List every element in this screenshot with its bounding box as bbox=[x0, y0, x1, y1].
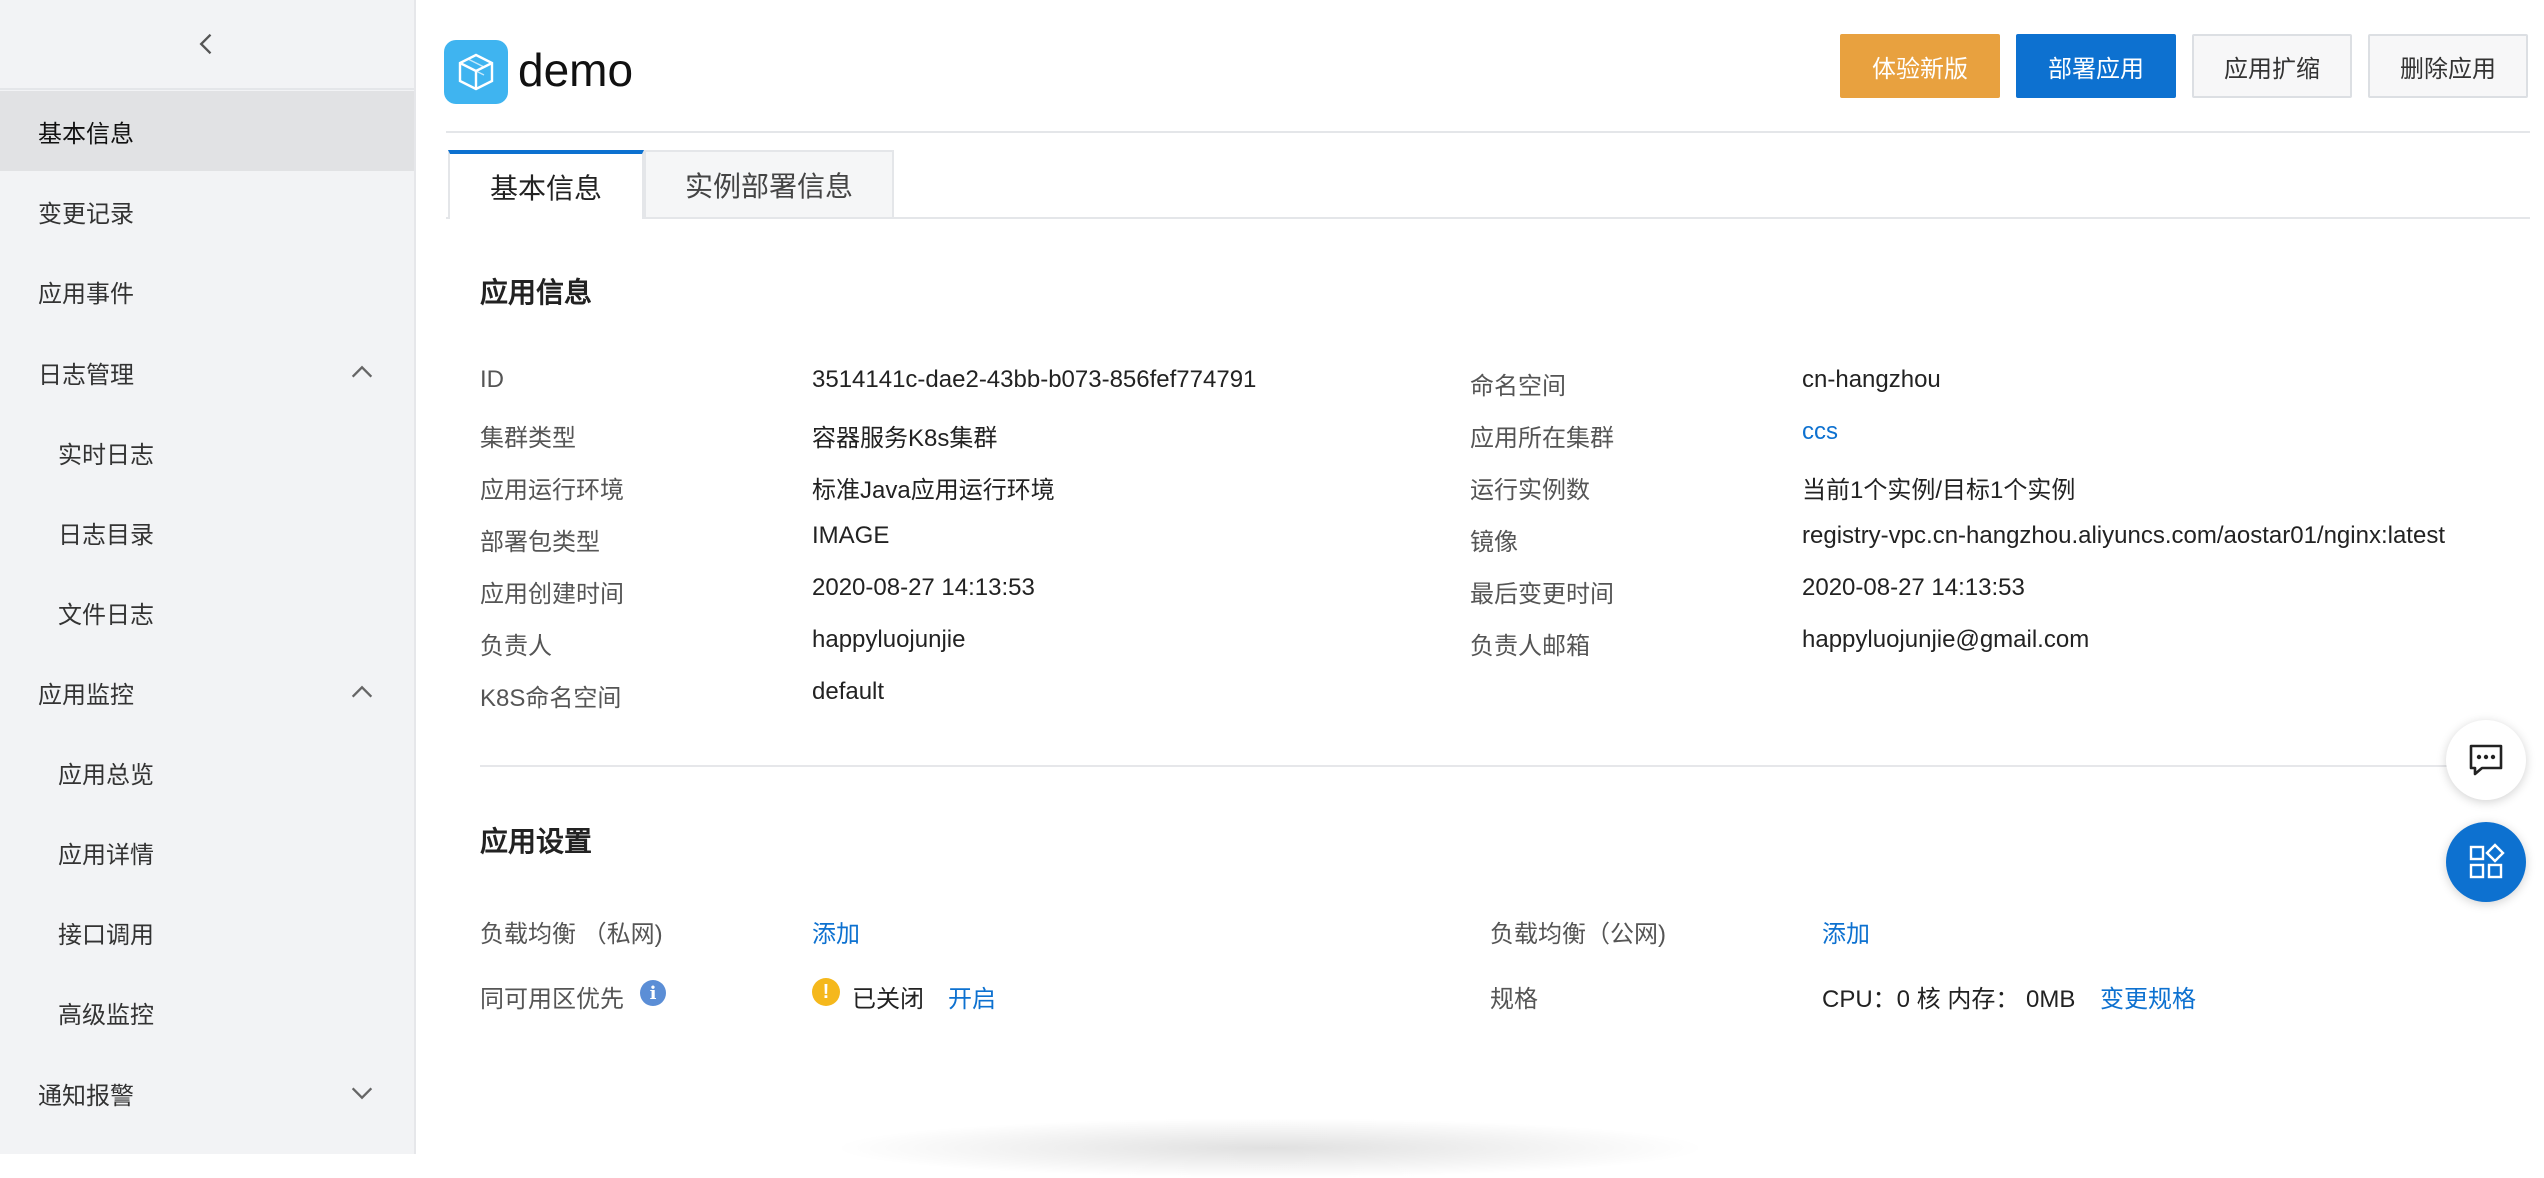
sidebar-group-app-monitoring[interactable]: 应用监控 bbox=[0, 652, 414, 732]
sidebar-item-label: 高级监控 bbox=[58, 1001, 154, 1029]
app-logo-icon bbox=[444, 40, 508, 104]
scale-app-button[interactable]: 应用扩缩 bbox=[2192, 34, 2352, 98]
sidebar-item-label: 变更记录 bbox=[38, 200, 134, 228]
id-value: 3514141c-dae2-43bb-b073-856fef774791 bbox=[812, 366, 1257, 393]
try-new-version-button[interactable]: 体验新版 bbox=[1840, 34, 2000, 98]
owner-email-value: happyluojunjie@gmail.com bbox=[1802, 626, 2090, 653]
cluster-label: 应用所在集群 bbox=[1470, 425, 1614, 452]
instance-count-value: 当前1个实例/目标1个实例 bbox=[1802, 477, 2076, 504]
sidebar-item-app-overview[interactable]: 应用总览 bbox=[0, 732, 414, 812]
namespace-label: 命名空间 bbox=[1470, 373, 1566, 400]
sidebar-item-label: 接口调用 bbox=[58, 921, 154, 949]
cluster-type-label: 集群类型 bbox=[480, 425, 576, 452]
sidebar-group-log-management[interactable]: 日志管理 bbox=[0, 332, 414, 412]
owner-email-label: 负责人邮箱 bbox=[1470, 633, 1590, 660]
sidebar-item-label: 应用监控 bbox=[38, 681, 134, 709]
sidebar-item-label: 实时日志 bbox=[58, 441, 154, 469]
spec-value: CPU：0 核 内存： 0MB bbox=[1822, 986, 2076, 1013]
slb-private-label: 负载均衡 （私网) bbox=[480, 921, 663, 948]
sidebar-item-label: 基本信息 bbox=[38, 120, 134, 148]
chevron-down-icon bbox=[351, 1087, 373, 1100]
tab-basic-info[interactable]: 基本信息 bbox=[448, 150, 644, 219]
deploy-app-button[interactable]: 部署应用 bbox=[2016, 34, 2176, 98]
spec-label: 规格 bbox=[1490, 986, 1538, 1013]
created-time-value: 2020-08-27 14:13:53 bbox=[812, 574, 1035, 601]
sidebar-item-label: 应用总览 bbox=[58, 761, 154, 789]
warning-icon: ! bbox=[812, 978, 840, 1006]
page-title: demo bbox=[518, 44, 634, 96]
tab-instance-deployment[interactable]: 实例部署信息 bbox=[644, 150, 894, 219]
change-spec-link[interactable]: 变更规格 bbox=[2100, 979, 2196, 1014]
sidebar-item-basic-info[interactable]: 基本信息 bbox=[0, 91, 414, 171]
runtime-env-value: 标准Java应用运行环境 bbox=[812, 477, 1055, 504]
collapse-sidebar-button[interactable] bbox=[0, 0, 414, 90]
slb-public-add-link[interactable]: 添加 bbox=[1822, 914, 1870, 949]
last-modified-value: 2020-08-27 14:13:53 bbox=[1802, 574, 2025, 601]
chevron-up-icon bbox=[351, 685, 373, 698]
k8s-namespace-value: default bbox=[812, 678, 885, 705]
sidebar-group-alerts[interactable]: 通知报警 bbox=[0, 1053, 414, 1133]
created-time-label: 应用创建时间 bbox=[480, 581, 624, 608]
runtime-env-label: 应用运行环境 bbox=[480, 477, 624, 504]
sidebar-item-label: 应用详情 bbox=[58, 841, 154, 869]
image-value: registry-vpc.cn-hangzhou.aliyuncs.com/ao… bbox=[1802, 522, 2445, 549]
sidebar-item-api-calls[interactable]: 接口调用 bbox=[0, 892, 414, 972]
section-divider bbox=[480, 765, 2524, 767]
chevron-up-icon bbox=[351, 365, 373, 378]
slb-private-add-link[interactable]: 添加 bbox=[812, 914, 860, 949]
owner-value: happyluojunjie bbox=[812, 626, 966, 653]
delete-app-button[interactable]: 删除应用 bbox=[2368, 34, 2528, 98]
sidebar-item-app-events[interactable]: 应用事件 bbox=[0, 251, 414, 331]
sidebar-item-file-log[interactable]: 文件日志 bbox=[0, 572, 414, 652]
chat-icon bbox=[2469, 744, 2503, 776]
sidebar-item-change-records[interactable]: 变更记录 bbox=[0, 171, 414, 251]
sidebar-item-label: 日志管理 bbox=[38, 361, 134, 389]
app-settings-title: 应用设置 bbox=[480, 826, 593, 857]
app-info-title: 应用信息 bbox=[480, 277, 593, 308]
sidebar-item-advanced-monitoring[interactable]: 高级监控 bbox=[0, 972, 414, 1052]
cluster-type-value: 容器服务K8s集群 bbox=[812, 425, 998, 452]
info-icon[interactable]: i bbox=[640, 980, 666, 1006]
zone-priority-enable-link[interactable]: 开启 bbox=[948, 979, 996, 1014]
owner-label: 负责人 bbox=[480, 633, 552, 660]
slb-public-label: 负载均衡（公网) bbox=[1490, 921, 1666, 948]
apps-grid-icon bbox=[2469, 843, 2505, 879]
image-label: 镜像 bbox=[1470, 529, 1518, 556]
header-divider bbox=[446, 131, 2530, 133]
sidebar-item-label: 应用事件 bbox=[38, 280, 134, 308]
sidebar-item-label: 日志目录 bbox=[58, 521, 154, 549]
chevron-left-icon bbox=[199, 33, 212, 55]
zone-priority-label: 同可用区优先 bbox=[480, 986, 624, 1013]
sidebar-item-log-directory[interactable]: 日志目录 bbox=[0, 492, 414, 572]
sidebar: 基本信息 变更记录 应用事件 日志管理 实时日志 日志目录 文件日志 应用监控 … bbox=[0, 0, 416, 1154]
instance-count-label: 运行实例数 bbox=[1470, 477, 1590, 504]
sidebar-item-realtime-log[interactable]: 实时日志 bbox=[0, 412, 414, 492]
sidebar-item-app-details[interactable]: 应用详情 bbox=[0, 812, 414, 892]
sidebar-item-label: 文件日志 bbox=[58, 601, 154, 629]
zone-priority-status: 已关闭 bbox=[852, 986, 924, 1013]
bottom-panel-shadow bbox=[830, 1118, 1710, 1178]
cluster-link[interactable]: ccs bbox=[1802, 418, 1838, 446]
package-type-value: IMAGE bbox=[812, 522, 890, 549]
id-label: ID bbox=[480, 366, 504, 393]
last-modified-label: 最后变更时间 bbox=[1470, 581, 1614, 608]
k8s-namespace-label: K8S命名空间 bbox=[480, 685, 622, 712]
sidebar-item-label: 通知报警 bbox=[38, 1082, 134, 1110]
package-type-label: 部署包类型 bbox=[480, 529, 600, 556]
namespace-value: cn-hangzhou bbox=[1802, 366, 1941, 393]
chat-button[interactable] bbox=[2446, 720, 2526, 800]
apps-button[interactable] bbox=[2446, 822, 2526, 902]
